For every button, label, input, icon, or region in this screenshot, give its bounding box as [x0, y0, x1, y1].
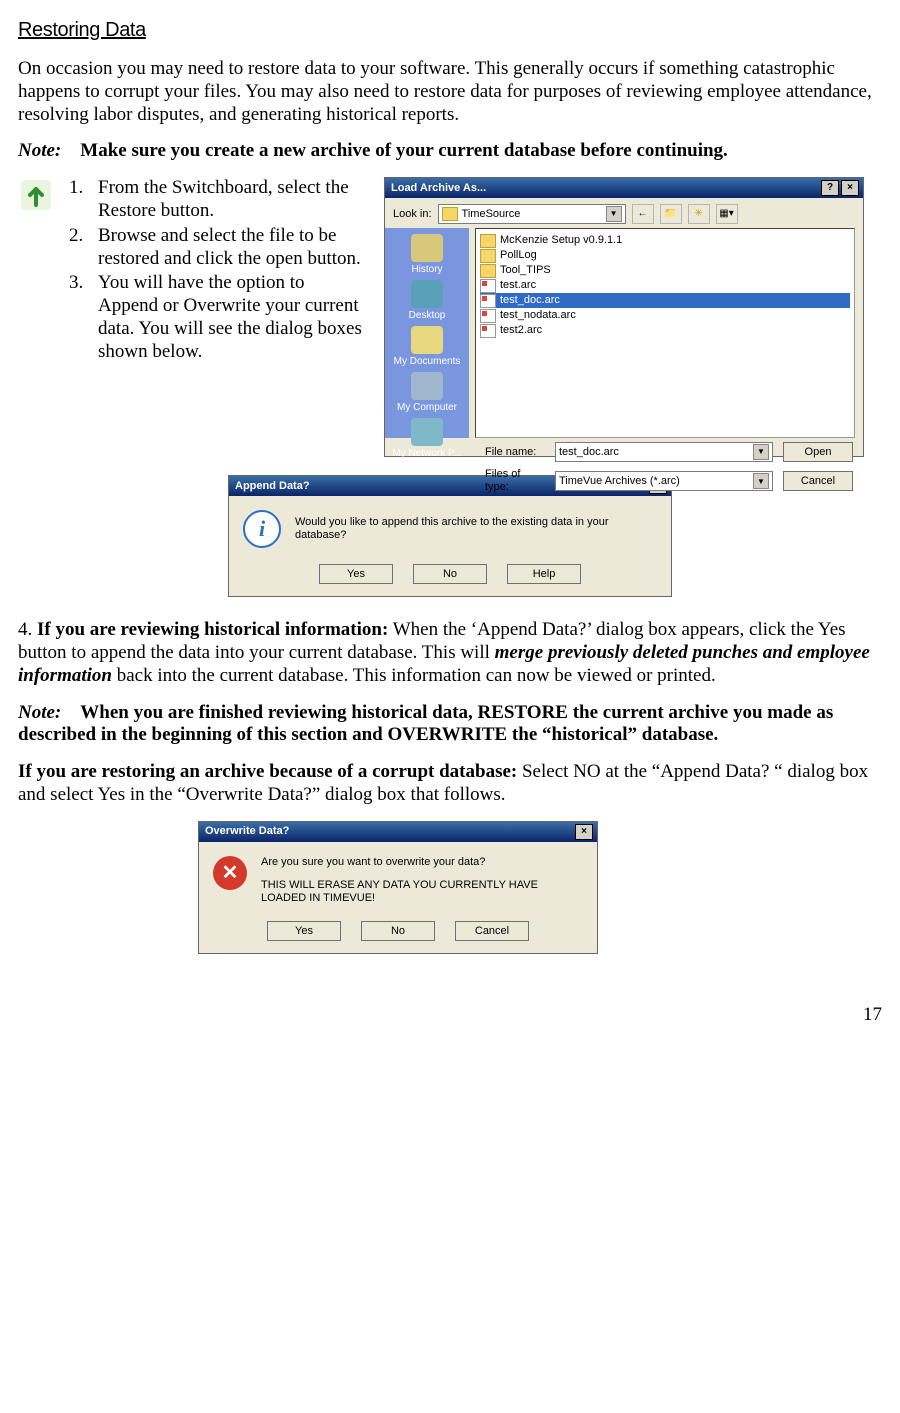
folder-icon: [442, 207, 458, 221]
yes-button[interactable]: Yes: [319, 564, 393, 584]
archive-file-icon: [480, 309, 496, 323]
append-message: Would you like to append this archive to…: [295, 510, 657, 542]
overwrite-line2: THIS WILL ERASE ANY DATA YOU CURRENTLY H…: [261, 879, 583, 905]
filename-input[interactable]: test_doc.arc ▼: [555, 442, 773, 462]
file-list[interactable]: McKenzie Setup v0.9.1.1 PollLog Tool_TIP…: [475, 228, 855, 438]
places-mycomputer-label: My Computer: [391, 402, 463, 414]
up-folder-icon[interactable]: 📁: [660, 204, 682, 224]
cancel-button[interactable]: Cancel: [455, 921, 529, 941]
list-item[interactable]: PollLog: [480, 248, 850, 263]
back-icon[interactable]: ←: [632, 204, 654, 224]
load-dialog-title: Load Archive As...: [389, 182, 819, 195]
folder-icon: [480, 264, 496, 278]
paragraph-5: If you are restoring an archive because …: [18, 761, 882, 807]
lookin-value: TimeSource: [462, 208, 521, 221]
places-mynetwork[interactable]: My Network P...: [391, 418, 463, 460]
overwrite-line1: Are you sure you want to overwrite your …: [261, 856, 583, 869]
step-1: From the Switchboard, select the Restore…: [88, 177, 368, 223]
filename-label: File name:: [485, 446, 545, 459]
restore-icon: [18, 177, 54, 213]
places-history[interactable]: History: [391, 234, 463, 276]
lookin-label: Look in:: [393, 208, 432, 221]
help-icon[interactable]: ?: [821, 180, 839, 196]
places-mydocuments-label: My Documents: [391, 356, 463, 368]
cancel-button[interactable]: Cancel: [783, 471, 853, 491]
list-item[interactable]: test.arc: [480, 278, 850, 293]
step-3: You will have the option to Append or Ov…: [88, 272, 368, 363]
places-desktop-label: Desktop: [391, 310, 463, 322]
close-icon[interactable]: ×: [575, 824, 593, 840]
list-item[interactable]: test2.arc: [480, 323, 850, 338]
chevron-down-icon[interactable]: ▼: [753, 444, 769, 460]
list-item[interactable]: Tool_TIPS: [480, 263, 850, 278]
places-mydocuments[interactable]: My Documents: [391, 326, 463, 368]
archive-file-icon: [480, 279, 496, 293]
filetype-combo[interactable]: TimeVue Archives (*.arc) ▼: [555, 471, 773, 491]
places-bar: History Desktop My Documents My Computer…: [385, 228, 469, 438]
views-icon[interactable]: ▦▾: [716, 204, 738, 224]
help-button[interactable]: Help: [507, 564, 581, 584]
no-button[interactable]: No: [413, 564, 487, 584]
note-1: Note: Make sure you create a new archive…: [18, 140, 882, 163]
load-archive-dialog: Load Archive As... ? × Look in: TimeSour…: [384, 177, 864, 457]
overwrite-dialog-title: Overwrite Data?: [203, 825, 573, 838]
steps-list: From the Switchboard, select the Restore…: [62, 177, 368, 365]
chevron-down-icon[interactable]: ▼: [606, 206, 622, 222]
note-2: Note: When you are finished reviewing hi…: [18, 702, 882, 748]
step-2: Browse and select the file to be restore…: [88, 225, 368, 271]
places-mycomputer[interactable]: My Computer: [391, 372, 463, 414]
places-mynetwork-label: My Network P...: [391, 448, 463, 460]
filetype-value: TimeVue Archives (*.arc): [559, 475, 680, 488]
open-button[interactable]: Open: [783, 442, 853, 462]
list-item[interactable]: McKenzie Setup v0.9.1.1: [480, 233, 850, 248]
note-1-text: Make sure you create a new archive of yo…: [80, 140, 728, 161]
close-icon[interactable]: ×: [841, 180, 859, 196]
archive-file-icon: [480, 324, 496, 338]
note-2-text: When you are finished reviewing historic…: [18, 702, 833, 746]
overwrite-dialog-titlebar[interactable]: Overwrite Data? ×: [199, 822, 597, 842]
folder-icon: [480, 234, 496, 248]
error-icon: ✕: [213, 856, 247, 890]
chevron-down-icon[interactable]: ▼: [753, 473, 769, 489]
folder-icon: [480, 249, 496, 263]
new-folder-icon[interactable]: ✳: [688, 204, 710, 224]
lookin-combo[interactable]: TimeSource ▼: [438, 204, 626, 224]
para4-heading: If you are reviewing historical informat…: [37, 619, 388, 640]
filename-value: test_doc.arc: [559, 446, 619, 459]
list-item[interactable]: test_nodata.arc: [480, 308, 850, 323]
load-dialog-titlebar[interactable]: Load Archive As... ? ×: [385, 178, 863, 198]
note-1-label: Note:: [18, 140, 61, 161]
places-desktop[interactable]: Desktop: [391, 280, 463, 322]
para5-heading: If you are restoring an archive because …: [18, 761, 517, 782]
info-icon: i: [243, 510, 281, 548]
intro-paragraph: On occasion you may need to restore data…: [18, 58, 882, 126]
overwrite-message: Are you sure you want to overwrite your …: [261, 856, 583, 906]
no-button[interactable]: No: [361, 921, 435, 941]
page-number: 17: [18, 1004, 882, 1027]
section-heading: Restoring Data: [18, 18, 882, 42]
para4-lead: 4.: [18, 619, 37, 640]
archive-file-icon: [480, 294, 496, 308]
para4-b: back into the current database. This inf…: [112, 665, 716, 686]
overwrite-data-dialog: Overwrite Data? × ✕ Are you sure you wan…: [198, 821, 598, 955]
list-item-selected[interactable]: test_doc.arc: [480, 293, 850, 308]
paragraph-4: 4. If you are reviewing historical infor…: [18, 619, 882, 687]
note-2-label: Note:: [18, 702, 61, 723]
places-history-label: History: [391, 264, 463, 276]
yes-button[interactable]: Yes: [267, 921, 341, 941]
